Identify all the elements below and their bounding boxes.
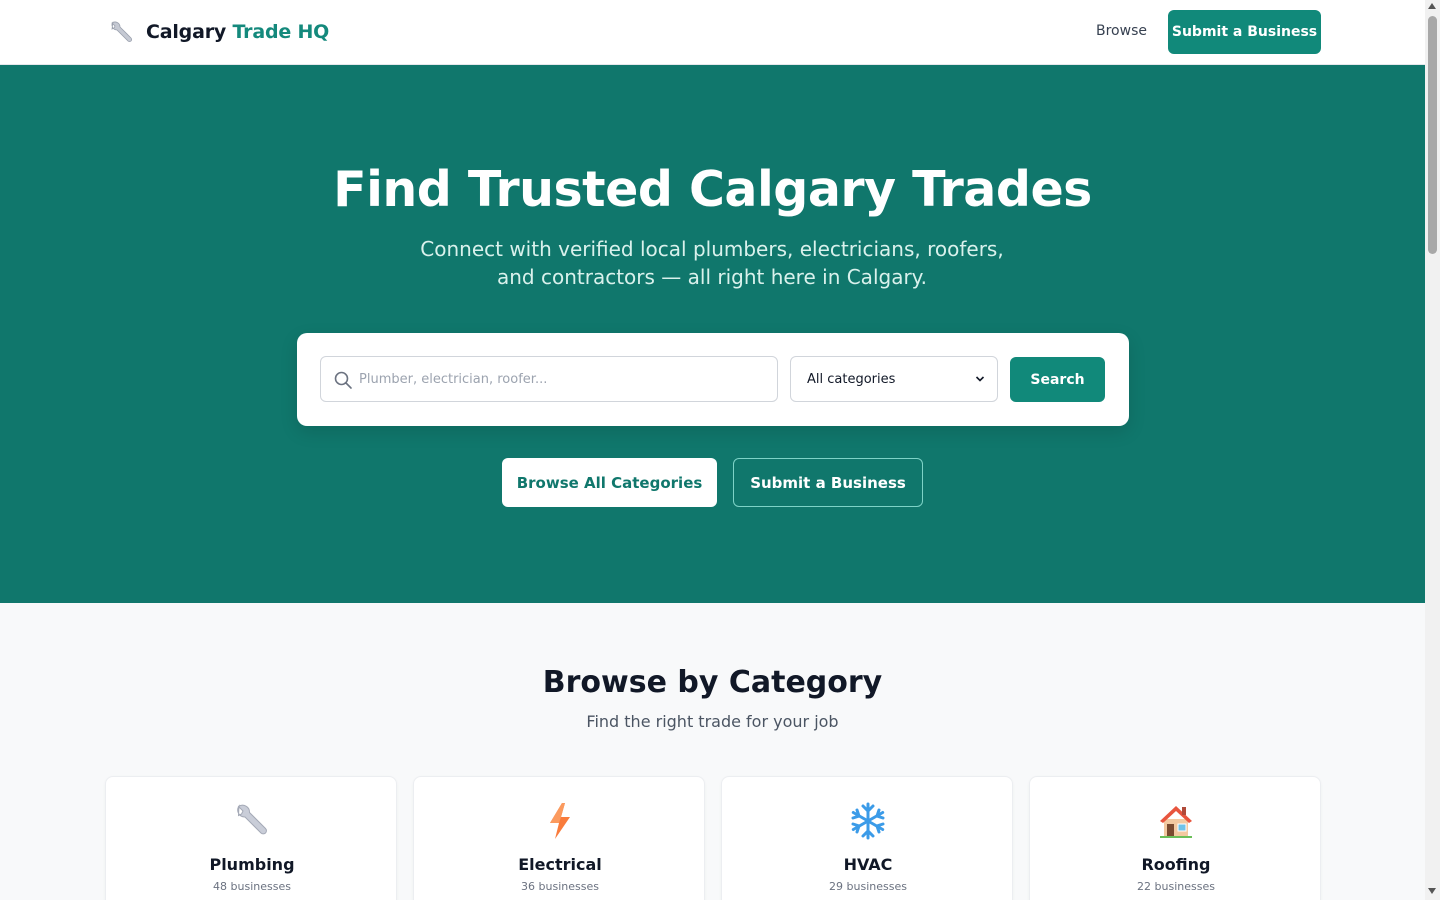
search-card: All categories Search: [297, 333, 1129, 426]
site-header: Calgary Trade HQ Browse Submit a Busines…: [0, 0, 1425, 65]
house-icon: [1160, 806, 1192, 838]
nav-browse-link[interactable]: Browse: [1096, 23, 1147, 39]
scroll-up-arrow-icon[interactable]: [1428, 3, 1436, 9]
category-count: 29 businesses: [829, 880, 907, 893]
search-field[interactable]: [320, 356, 778, 402]
category-count: 36 businesses: [521, 880, 599, 893]
category-count: 48 businesses: [213, 880, 291, 893]
categories-title: Browse by Category: [542, 665, 883, 700]
category-card-electrical[interactable]: Electrical 36 businesses: [413, 776, 705, 900]
category-name: Electrical: [518, 855, 602, 874]
lightning-icon: [550, 803, 570, 839]
categories-subtitle: Find the right trade for your job: [586, 712, 839, 731]
wrench-icon: [237, 804, 267, 835]
category-card-hvac[interactable]: HVAC 29 businesses: [721, 776, 1013, 900]
hero-section: Find Trusted Calgary Trades Connect with…: [0, 65, 1425, 603]
brand-logo[interactable]: Calgary Trade HQ: [108, 19, 329, 45]
chevron-down-icon: [975, 376, 985, 382]
category-card-roofing[interactable]: Roofing 22 businesses: [1029, 776, 1321, 900]
brand-main: Calgary: [146, 21, 227, 43]
category-select-value: All categories: [807, 371, 896, 387]
category-select[interactable]: All categories: [790, 356, 998, 402]
snowflake-icon: [851, 802, 885, 840]
category-count: 22 businesses: [1137, 880, 1215, 893]
wrench-icon: [111, 21, 132, 42]
browse-all-categories-button[interactable]: Browse All Categories: [502, 458, 717, 507]
search-input[interactable]: [359, 357, 769, 401]
scroll-thumb[interactable]: [1428, 16, 1437, 254]
submit-business-button[interactable]: Submit a Business: [733, 458, 923, 507]
category-name: Plumbing: [209, 855, 295, 874]
search-button[interactable]: Search: [1010, 357, 1105, 402]
scroll-down-arrow-icon[interactable]: [1428, 888, 1436, 894]
category-card-plumbing[interactable]: Plumbing 48 businesses: [105, 776, 397, 900]
hero-subtitle: Connect with verified local plumbers, el…: [420, 237, 1004, 289]
search-icon: [334, 371, 352, 389]
brand-accent: Trade HQ: [232, 21, 330, 43]
brand-name: Calgary Trade HQ: [146, 21, 329, 43]
category-name: HVAC: [843, 855, 893, 874]
page-scrollbar[interactable]: [1425, 0, 1440, 900]
hero-title: Find Trusted Calgary Trades: [333, 161, 1092, 218]
nav-submit-business-button[interactable]: Submit a Business: [1168, 10, 1321, 54]
category-name: Roofing: [1141, 855, 1211, 874]
